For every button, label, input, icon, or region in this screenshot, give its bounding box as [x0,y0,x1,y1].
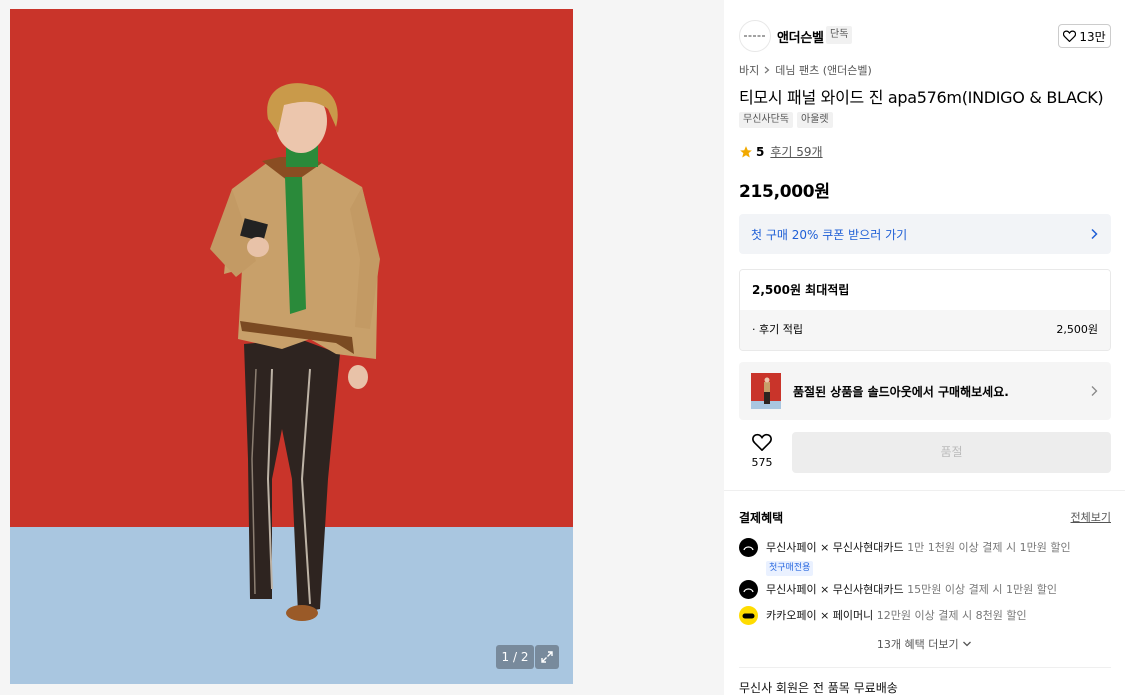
benefits-header: 결제혜택 전체보기 [739,509,1111,526]
musinsa-pay-icon [739,538,758,557]
runway-model-photo [10,9,573,684]
breadcrumb-item-subcategory[interactable]: 데님 팬츠 (앤더슨벨) [775,62,872,78]
points-title: 2,500원 최대적립 [740,270,1110,310]
benefit-item: 카카오페이 × 페이머니 12만원 이상 결제 시 8천원 할인 [739,606,1111,625]
soldout-thumbnail [751,373,781,409]
points-row: · 후기 적립 2,500원 [740,310,1110,350]
rating: 5 후기 59개 [739,143,823,160]
more-benefits-button[interactable]: 13개 혜택 더보기 [724,636,1125,652]
tag-outlet: 아울렛 [797,112,833,128]
benefit-desc: 12만원 이상 결제 시 8천원 할인 [876,609,1027,622]
chevron-right-icon [1091,228,1098,240]
chevron-down-icon [963,641,972,647]
more-benefits-label: 13개 혜택 더보기 [876,638,959,651]
heart-icon [752,433,772,452]
brand-logo[interactable] [739,20,771,52]
benefits-title: 결제혜택 [739,511,784,525]
wishlist-count: 575 [751,456,773,469]
points-row-value: 2,500원 [1056,323,1098,336]
benefit-item: 무신사페이 × 무신사현대카드 1만 1천원 이상 결제 시 1만원 할인 첫구… [739,538,1111,576]
product-tags: 무신사단독 아울렛 [739,112,833,128]
rating-score: 5 [756,144,765,159]
benefit-name: 무신사페이 × 무신사현대카드 [766,583,904,596]
brand-like-button[interactable]: 13만 [1058,24,1111,48]
expand-icon[interactable] [535,645,559,669]
soldout-banner-text: 품절된 상품을 솔드아웃에서 구매해보세요. [793,384,1009,399]
benefit-item: 무신사페이 × 무신사현대카드 15만원 이상 결제 시 1만원 할인 [739,580,1111,599]
benefit-name: 카카오페이 × 페이머니 [766,609,874,622]
heart-icon [1063,30,1077,42]
breadcrumb: 바지 데님 팬츠 (앤더슨벨) [739,62,872,78]
coupon-banner-text: 첫 구매 20% 쿠폰 받으러 가기 [751,227,908,242]
divider [739,667,1111,668]
benefit-desc: 15만원 이상 결제 시 1만원 할인 [907,583,1057,596]
points-row-label: · 후기 적립 [752,323,803,336]
product-price: 215,000원 [739,182,830,202]
star-icon [740,145,752,158]
review-count-link[interactable]: 후기 59개 [770,143,822,160]
brand-like-count: 13만 [1079,29,1106,44]
benefit-name: 무신사페이 × 무신사현대카드 [766,541,904,554]
kakao-pay-icon [739,606,758,625]
product-image[interactable]: 1 / 2 [10,9,573,684]
chevron-right-icon [1091,386,1098,396]
shipping-info: 무신사 회원은 전 품목 무료배송 [739,681,898,695]
view-all-benefits-link[interactable]: 전체보기 [1071,509,1111,526]
exclusive-badge: 단독 [826,26,853,44]
soldout-button[interactable]: 품절 [792,432,1111,473]
tag-exclusive: 무신사단독 [739,112,793,128]
wishlist-button[interactable]: 575 [739,433,785,473]
divider [724,490,1125,491]
product-info-panel: 앤더슨벨 단독 13만 바지 데님 팬츠 (앤더슨벨) 티모시 패널 와이드 진… [724,0,1125,695]
brand-name[interactable]: 앤더슨벨 [777,27,824,46]
soldout-banner[interactable]: 품절된 상품을 솔드아웃에서 구매해보세요. [739,362,1111,420]
points-box: 2,500원 최대적립 · 후기 적립 2,500원 [739,269,1111,351]
brand-row: 앤더슨벨 단독 13만 [739,20,1111,52]
breadcrumb-item-category[interactable]: 바지 [739,62,759,78]
chevron-right-icon [764,66,770,74]
benefit-desc: 1만 1천원 이상 결제 시 1만원 할인 [907,541,1071,554]
coupon-banner[interactable]: 첫 구매 20% 쿠폰 받으러 가기 [739,214,1111,254]
product-title: 티모시 패널 와이드 진 apa576m(INDIGO & BLACK) [739,88,1104,107]
image-counter: 1 / 2 [496,645,534,669]
musinsa-pay-icon [739,580,758,599]
first-purchase-badge: 첫구매전용 [766,561,814,576]
